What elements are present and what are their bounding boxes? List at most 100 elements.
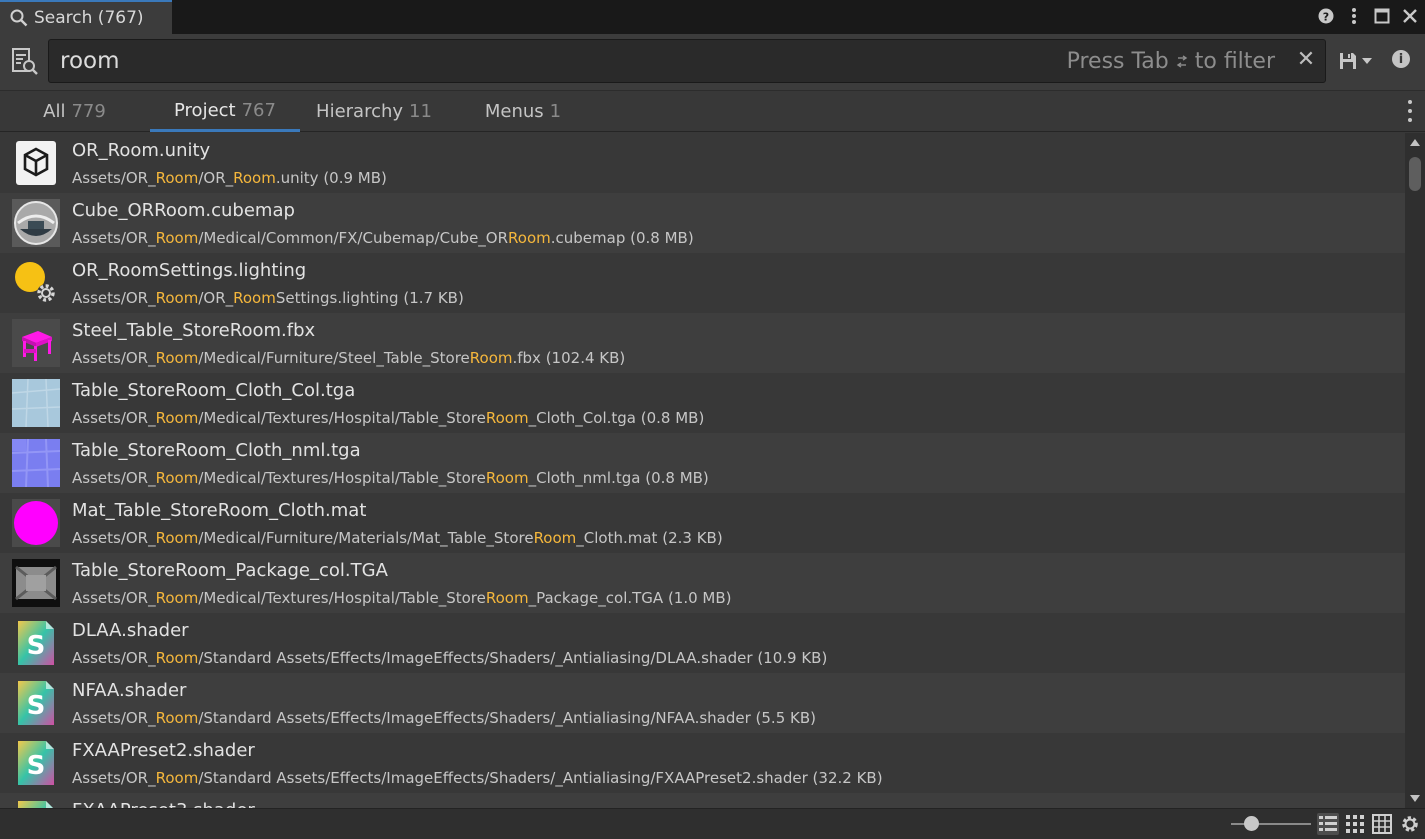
tab-label: Menus [484,101,544,122]
path-match-highlight: Room [155,529,199,547]
path-segment: Assets/OR_ [72,409,156,427]
path-segment: /Medical/Textures/Hospital/Table_Store [198,469,486,487]
list-view-icon[interactable] [1317,813,1339,835]
tabs-more-icon[interactable] [1407,100,1413,122]
chevron-down-icon [1362,58,1372,64]
path-match-highlight: Room [469,349,513,367]
inspector-toggle-icon[interactable]: i [1392,50,1410,68]
result-name: FXAAPreset3.shader [72,800,255,808]
result-row[interactable]: Table_StoreRoom_Cloth_Col.tga Assets/OR_R… [0,373,1405,433]
result-row[interactable]: OR_RoomSettings.lighting Assets/OR_Room/O… [0,253,1405,313]
save-query-button[interactable] [1338,48,1376,74]
result-name: DLAA.shader [72,620,189,641]
path-segment: .cubemap [550,229,626,247]
result-row[interactable]: S FXAAPreset2.shader Assets/OR_Room/Standa… [0,733,1405,793]
path-match-highlight: Room [485,589,529,607]
path-match-highlight: Room [155,589,199,607]
path-match-highlight: Room [508,229,551,247]
tab-label: All [43,101,66,122]
result-row[interactable]: S NFAA.shader Assets/OR_Room/Standard Asse… [0,673,1405,733]
tab-count: 779 [71,101,106,122]
tab-hierarchy[interactable]: Hierarchy 11 [305,91,443,132]
result-row[interactable]: Table_StoreRoom_Package_col.TGA Assets/OR… [0,553,1405,613]
more-vertical-icon[interactable] [1345,6,1363,26]
provider-tabs: All 779 Project 767 Hierarchy 11 Menus 1 [0,90,1425,132]
close-icon[interactable] [1401,6,1419,26]
result-size: (0.9 MB) [318,169,387,187]
result-size: (102.4 KB) [540,349,626,367]
result-path: Assets/OR_Room/Standard Assets/Effects/I… [72,769,883,787]
tab-label: Hierarchy [316,101,404,122]
result-path: Assets/OR_Room/Medical/Furniture/Steel_T… [72,349,625,367]
result-name: Table_StoreRoom_Package_col.TGA [72,560,388,581]
tab-menus[interactable]: Menus 1 [468,91,578,132]
saved-queries-icon[interactable] [11,47,39,77]
path-match-highlight: Room [485,409,529,427]
result-name: OR_Room.unity [72,140,211,161]
table-view-icon[interactable] [1371,813,1393,835]
scrollbar-thumb[interactable] [1409,157,1421,191]
results-scrollbar[interactable] [1405,133,1425,808]
result-path: Assets/OR_Room/Medical/Textures/Hospital… [72,409,704,427]
path-segment: /Standard Assets/Effects/ImageEffects/Sh… [198,649,753,667]
result-size: (5.5 KB) [750,709,816,727]
path-segment: _Cloth.mat [576,529,658,547]
path-segment: .fbx [512,349,541,367]
scroll-down-arrow-icon[interactable] [1410,795,1420,802]
search-toolbar: room Press Tab to filter ✕ i [0,34,1425,90]
maximize-icon[interactable] [1373,6,1391,26]
svg-text:S: S [27,691,46,721]
path-segment: /Medical/Furniture/Steel_Table_Store [198,349,470,367]
path-segment: /OR_ [198,289,234,307]
tab-project[interactable]: Project 767 [150,91,300,132]
path-segment: Assets/OR_ [72,169,156,187]
tab-count: 1 [549,101,562,122]
grid-view-icon[interactable] [1344,813,1366,835]
result-path: Assets/OR_Room/Standard Assets/Effects/I… [72,709,816,727]
window-tab-search[interactable]: Search (767) [0,0,172,34]
result-row[interactable]: Mat_Table_StoreRoom_Cloth.mat Assets/OR_R… [0,493,1405,553]
path-match-highlight: Room [533,529,577,547]
svg-text:?: ? [1323,10,1329,23]
item-size-slider-knob[interactable] [1243,816,1259,831]
result-path: Assets/OR_ Room/Medical/Textures/Hospital… [72,469,709,487]
shader-icon: S [12,679,60,727]
path-segment: Assets/OR_ [72,469,156,487]
result-size: (0.8 MB) [625,229,694,247]
path-match-highlight: Room [155,349,199,367]
shader-icon: S [12,739,60,787]
result-name: Steel_Table_StoreRoom.fbx [72,320,316,341]
path-segment: /Medical/Common/FX/Cubemap/Cube_OR [198,229,509,247]
result-row[interactable]: OR_Room.unity Assets/OR_Room/OR_Room.unit… [0,133,1405,193]
results-list: OR_Room.unity Assets/OR_Room/OR_Room.unit… [0,133,1405,808]
tab-count: 11 [409,101,432,122]
cubemap-icon [12,199,60,247]
path-segment: .unity [275,169,319,187]
tab-count: 767 [241,99,276,121]
result-row[interactable]: S FXAAPreset3.shader [0,793,1405,808]
search-query-text: room [60,48,120,74]
result-row[interactable]: Cube_ORRoom.cubemap Assets/OR_Room/Medica… [0,193,1405,253]
texture-package-icon [12,559,60,607]
settings-gear-icon[interactable] [1399,813,1421,835]
material-icon [12,499,60,547]
result-path: Assets/OR_Room/Medical/Common/FX/Cubemap… [72,229,694,247]
path-segment: Assets/OR_ [72,529,156,547]
path-segment: /Standard Assets/Effects/ImageEffects/Sh… [198,769,808,787]
path-match-highlight: Room [155,409,199,427]
result-row[interactable]: Steel_Table_StoreRoom.fbx Assets/OR_Room/… [0,313,1405,373]
shader-icon: S [12,799,60,808]
result-size: (2.3 KB) [657,529,723,547]
search-input[interactable]: room Press Tab to filter ✕ [48,39,1326,83]
result-row[interactable]: Table_StoreRoom_Cloth_nml.tga Assets/OR_R… [0,433,1405,493]
path-match-highlight: Room [155,229,199,247]
path-match-highlight: Room [485,469,529,487]
help-icon[interactable]: ? [1317,6,1335,26]
result-row[interactable]: S DLAA.shader Assets/OR_Room/Standard Asse… [0,613,1405,673]
scroll-up-arrow-icon[interactable] [1410,139,1420,146]
result-size: (1.0 MB) [663,589,732,607]
search-hint-suffix: to filter [1194,49,1275,74]
tab-all[interactable]: All 779 [22,91,127,132]
clear-search-icon[interactable]: ✕ [1295,47,1317,72]
path-segment: Assets/OR_ [72,289,156,307]
